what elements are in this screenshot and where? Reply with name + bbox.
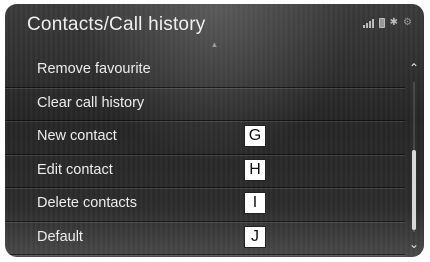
menu-item-clear-call-history[interactable]: Clear call history	[5, 88, 405, 121]
screen: Contacts/Call history ✱ ⚙ ▲ Remove favou…	[5, 4, 424, 257]
menu-item-label: Clear call history	[37, 94, 145, 111]
menu-item-label: Remove favourite	[37, 61, 151, 77]
menu-item-delete-contacts[interactable]: Delete contacts I	[5, 188, 405, 222]
scroll-down-icon[interactable]: ⌄	[407, 238, 421, 250]
scroll-thumb[interactable]	[412, 150, 416, 230]
status-bar: ✱ ⚙	[362, 16, 412, 28]
menu-item-default[interactable]: Default J	[5, 222, 405, 255]
menu-item-edit-contact[interactable]: Edit contact H	[5, 155, 405, 188]
callout-badge: H	[244, 158, 266, 181]
menu-item-label: Edit contact	[37, 161, 113, 178]
scrollbar[interactable]: ⌃ ⌄	[407, 56, 421, 250]
menu-item-label: Delete contacts	[37, 195, 137, 211]
menu-item-label: New contact	[37, 128, 117, 144]
page-title: Contacts/Call history	[27, 14, 206, 35]
menu-list: Remove favourite Clear call history New …	[5, 54, 405, 255]
settings-icon: ⚙	[403, 17, 412, 28]
callout-badge: J	[244, 225, 266, 248]
menu-item-new-contact[interactable]: New contact G	[5, 121, 405, 155]
menu-item-remove-favourite[interactable]: Remove favourite	[5, 54, 405, 88]
callout-badge: I	[244, 192, 266, 214]
collapse-handle-icon[interactable]: ▲	[208, 41, 222, 49]
signal-icon	[362, 19, 374, 28]
header: Contacts/Call history ✱ ⚙ ▲	[5, 4, 424, 49]
battery-icon	[378, 18, 385, 28]
menu-item-label: Default	[37, 228, 83, 245]
bluetooth-icon: ✱	[389, 17, 399, 28]
scroll-up-icon[interactable]: ⌃	[407, 62, 421, 74]
callout-badge: G	[244, 125, 266, 147]
